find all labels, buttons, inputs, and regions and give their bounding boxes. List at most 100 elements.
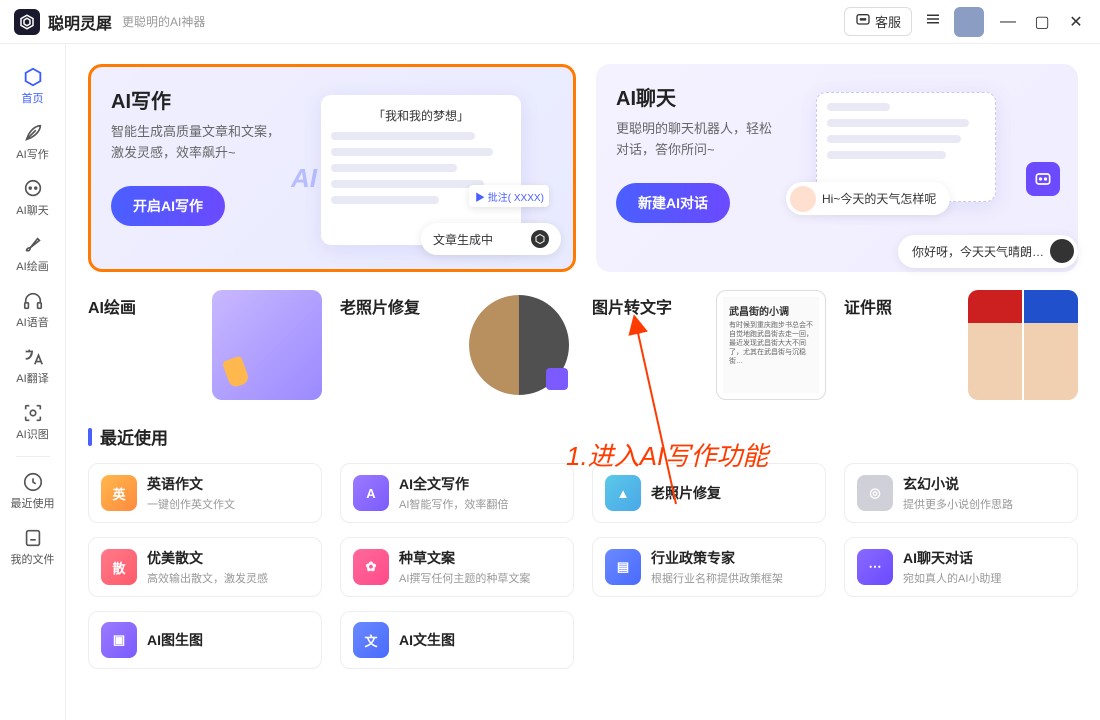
chat-bubble-user: Hi~今天的天气怎样呢 [786,182,950,215]
recent-icon: ▤ [605,549,641,585]
sidebar-item-write[interactable]: AI写作 [6,114,60,170]
recent-icon: 文 [353,622,389,658]
main-content: AI写作 智能生成高质量文章和文案， 激发灵感，效率飙升~ 开启AI写作 AI … [66,44,1100,720]
divider [16,456,50,457]
sidebar-item-voice[interactable]: AI语音 [6,282,60,338]
recent-sub: AI撰写任何主题的种草文案 [399,570,530,586]
feature-id-photo[interactable]: 证件照 [844,290,1078,400]
recent-name: AI图生图 [147,630,203,650]
sidebar-label: 我的文件 [11,551,55,567]
sidebar-label: AI写作 [16,146,48,162]
mascot-icon [1026,162,1060,196]
sidebar-item-chat[interactable]: AI聊天 [6,170,60,226]
recent-icon: 散 [101,549,137,585]
chat-icon [855,12,871,31]
sidebar-item-translate[interactable]: AI翻译 [6,338,60,394]
recent-card[interactable]: ▲老照片修复 [592,463,826,523]
recent-icon: ⋯ [857,549,893,585]
recent-name: 行业政策专家 [651,548,783,568]
headphone-icon [22,290,44,312]
recent-icon: ▣ [101,622,137,658]
close-button[interactable]: ✕ [1066,12,1086,32]
sidebar-label: AI翻译 [16,370,48,386]
app-logo [14,9,40,35]
sidebar-label: AI语音 [16,314,48,330]
feature-row: AI绘画 老照片修复 图片转文字 武昌街的小调有时候到重庆跑步书总会不自觉地跑武… [88,290,1078,400]
sidebar-label: AI绘画 [16,258,48,274]
hero-title: AI写作 [111,85,311,114]
recent-icon: 英 [101,475,137,511]
hexagon-icon [1050,239,1074,263]
recent-card[interactable]: 英英语作文一键创作英文作文 [88,463,322,523]
sidebar-label: AI聊天 [16,202,48,218]
recent-card[interactable]: 文 AI文生图 [340,611,574,669]
mock-editor: 「我和我的梦想」 ▶ 批注( XXXX) 文章生成中 [321,95,521,245]
recent-card[interactable]: A AI全文写作 AI智能写作，效率翻倍 [340,463,574,523]
recent-icon: A [353,475,389,511]
recent-sub: 高效输出散文，激发灵感 [147,570,268,586]
section-title: 最近使用 [100,424,168,449]
recent-name: AI聊天对话 [903,548,1001,568]
feature-photo-restore[interactable]: 老照片修复 [340,290,574,400]
recent-name: AI文生图 [399,630,455,650]
thumb-ocr: 武昌街的小调有时候到重庆跑步书总会不自觉地跑武昌街去走一回，最近发现武昌街大大不… [716,290,826,400]
feather-icon [22,122,44,144]
recent-name: 玄幻小说 [903,474,1013,494]
accent-bar [88,428,92,446]
ai-badge: AI [291,163,317,194]
recent-icon: ◎ [857,475,893,511]
sidebar-item-home[interactable]: 首页 [6,58,60,114]
feature-title: 图片转文字 [592,294,672,400]
sidebar-item-paint[interactable]: AI绘画 [6,226,60,282]
titlebar: 聪明灵犀 更聪明的AI神器 客服 — ▢ ✕ [0,0,1100,44]
thumb-photo [469,295,569,395]
new-chat-button[interactable]: 新建AI对话 [616,183,730,223]
recent-icon: ✿ [353,549,389,585]
recent-card[interactable]: 散优美散文高效输出散文，激发灵感 [88,537,322,597]
brush-icon [22,234,44,256]
recent-name: 种草文案 [399,548,530,568]
user-avatar[interactable] [954,7,984,37]
recent-card[interactable]: ✿ 种草文案 AI撰写任何主题的种草文案 [340,537,574,597]
translate-icon [22,346,44,368]
recent-name: AI全文写作 [399,474,508,494]
recent-sub: 提供更多小说创作思路 [903,496,1013,512]
hero-desc: 智能生成高质量文章和文案， 激发灵感，效率飙升~ [111,122,311,164]
app-name: 聪明灵犀 [48,10,112,34]
section-header: 最近使用 [88,424,1078,449]
sidebar-item-ocr[interactable]: AI识图 [6,394,60,450]
maximize-button[interactable]: ▢ [1032,12,1052,32]
recent-card[interactable]: ▣ AI图生图 [88,611,322,669]
hexagon-icon [531,230,549,248]
recent-icon: ▲ [605,475,641,511]
recent-name: 英语作文 [147,474,235,494]
mock-title: 「我和我的梦想」 [331,107,511,124]
feature-ocr[interactable]: 图片转文字 武昌街的小调有时候到重庆跑步书总会不自觉地跑武昌街去走一回，最近发现… [592,290,826,400]
sidebar: 首页 AI写作 AI聊天 AI绘画 AI语音 AI翻译 AI识图 最近使用 我的… [0,44,66,720]
mock-status: 文章生成中 [421,223,561,255]
window-controls: — ▢ ✕ [998,12,1086,32]
sidebar-label: AI识图 [16,426,48,442]
feature-paint[interactable]: AI绘画 [88,290,322,400]
file-icon [22,527,44,549]
recent-card[interactable]: ▤ 行业政策专家根据行业名称提供政策框架 [592,537,826,597]
feature-title: 老照片修复 [340,294,420,400]
support-label: 客服 [875,12,901,31]
recent-name: 优美散文 [147,548,268,568]
recent-sub: AI智能写作，效率翻倍 [399,496,508,512]
recent-card[interactable]: ◎ 玄幻小说提供更多小说创作思路 [844,463,1078,523]
sidebar-item-recent[interactable]: 最近使用 [6,463,60,519]
hero-ai-write[interactable]: AI写作 智能生成高质量文章和文案， 激发灵感，效率飙升~ 开启AI写作 AI … [88,64,576,272]
sidebar-item-files[interactable]: 我的文件 [6,519,60,575]
recent-sub: 根据行业名称提供政策框架 [651,570,783,586]
sidebar-label: 首页 [22,90,44,106]
recent-sub: 宛如真人的AI小助理 [903,570,1001,586]
minimize-button[interactable]: — [998,12,1018,32]
start-write-button[interactable]: 开启AI写作 [111,186,225,226]
clock-icon [22,471,44,493]
menu-button[interactable] [924,10,942,33]
support-button[interactable]: 客服 [844,7,912,36]
hero-ai-chat[interactable]: AI聊天 更聪明的聊天机器人，轻松 对话，答你所问~ 新建AI对话 Hi~今天的… [596,64,1078,272]
recent-card[interactable]: ⋯ AI聊天对话宛如真人的AI小助理 [844,537,1078,597]
hero-title: AI聊天 [616,82,816,111]
